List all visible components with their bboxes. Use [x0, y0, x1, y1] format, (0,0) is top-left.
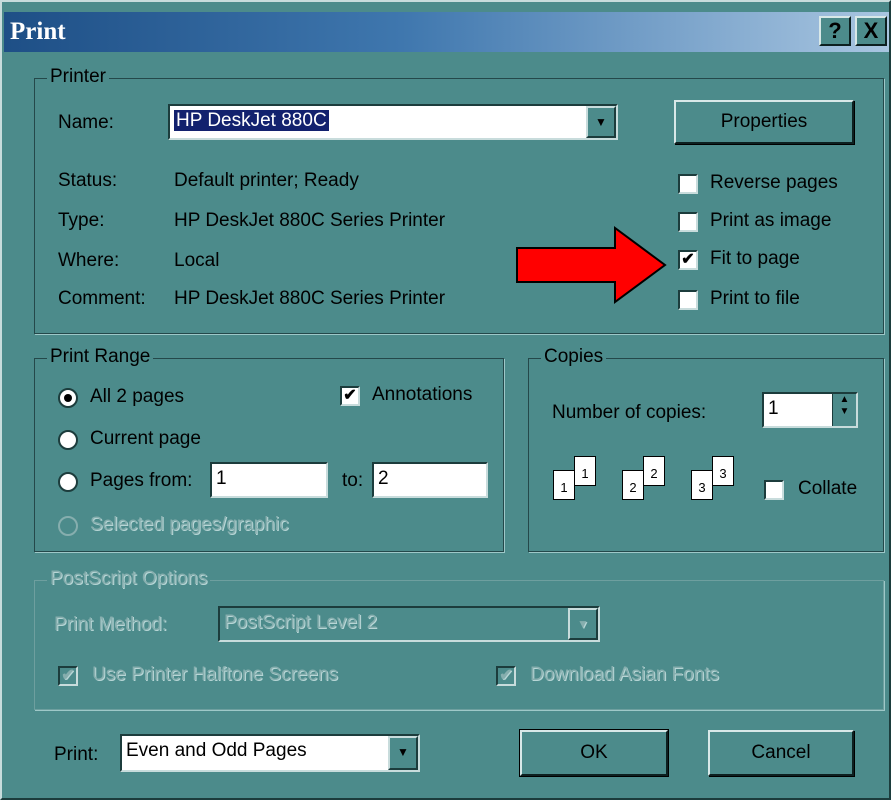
copies-spinner[interactable]: ▲ ▼ [832, 394, 856, 426]
pages-from-value: 1 [216, 468, 227, 489]
printer-group-label: Printer [47, 66, 109, 88]
where-label: Where: [58, 250, 120, 271]
pages-to-value: 2 [378, 468, 389, 489]
print-method-select[interactable]: PostScript Level 2 ▼ [218, 606, 600, 642]
print-to-file-checkbox[interactable] [678, 290, 698, 310]
page-icon-front: 1 [553, 470, 575, 500]
title-bar[interactable]: Print ? X [4, 12, 889, 52]
print-method-value: PostScript Level 2 [224, 612, 378, 633]
pages-to-label: to: [342, 470, 364, 491]
close-button[interactable]: X [855, 16, 887, 46]
checkmark-icon: ✔ [61, 667, 75, 684]
print-subset-dropdown-button[interactable]: ▼ [388, 736, 418, 770]
properties-button-label: Properties [720, 111, 808, 132]
help-icon: ? [828, 18, 842, 43]
copies-group-label: Copies [541, 346, 607, 368]
help-button[interactable]: ? [819, 16, 851, 46]
properties-button[interactable]: Properties [674, 100, 854, 144]
ok-button-label: OK [580, 742, 608, 763]
fit-to-page-label: Fit to page [710, 248, 800, 269]
fit-to-page-checkbox[interactable]: ✔ [678, 250, 698, 270]
type-value: HP DeskJet 880C Series Printer [174, 210, 446, 231]
postscript-group: PostScript Options [34, 568, 884, 710]
selected-pages-radio[interactable] [58, 516, 78, 536]
comment-label: Comment: [58, 288, 146, 309]
comment-value: HP DeskJet 880C Series Printer [174, 288, 446, 309]
current-page-radio[interactable] [58, 430, 78, 450]
close-icon: X [863, 18, 879, 43]
printer-name-label: Name: [58, 112, 114, 133]
page-icon-front: 3 [691, 470, 713, 500]
spin-up-icon[interactable]: ▲ [833, 394, 856, 406]
ok-button[interactable]: OK [519, 729, 669, 777]
asian-fonts-label: Download Asian Fonts [530, 664, 720, 685]
number-of-copies-label: Number of copies: [552, 402, 707, 423]
chevron-down-icon: ▼ [595, 115, 607, 129]
halftone-checkbox[interactable]: ✔ [58, 666, 78, 686]
page-icon-back: 3 [712, 456, 734, 486]
red-arrow-icon [516, 226, 667, 304]
printer-name-dropdown-button[interactable]: ▼ [586, 106, 616, 138]
halftone-label: Use Printer Halftone Screens [92, 664, 339, 685]
all-pages-label: All 2 pages [90, 386, 185, 407]
page-icon-back: 2 [643, 456, 665, 486]
print-as-image-checkbox[interactable] [678, 212, 698, 232]
printer-name-select[interactable]: HP DeskJet 880C ▼ [168, 104, 618, 140]
annotations-checkbox[interactable]: ✔ [340, 386, 360, 406]
pages-range-radio[interactable] [58, 472, 78, 492]
all-pages-radio[interactable] [58, 388, 78, 408]
reverse-pages-label: Reverse pages [710, 172, 838, 193]
checkmark-icon: ✔ [343, 387, 357, 404]
selected-pages-label: Selected pages/graphic [90, 514, 289, 535]
type-label: Type: [58, 210, 105, 231]
print-subset-select[interactable]: Even and Odd Pages ▼ [120, 734, 420, 772]
printer-name-value: HP DeskJet 880C [173, 109, 330, 132]
number-of-copies-input[interactable]: 1 ▲ ▼ [762, 392, 858, 428]
checkmark-icon: ✔ [681, 251, 695, 268]
copies-group: Copies [528, 346, 884, 552]
print-as-image-label: Print as image [710, 210, 832, 231]
window-title: Print [10, 18, 66, 45]
status-value: Default printer; Ready [174, 170, 359, 191]
pages-from-input[interactable]: 1 [210, 462, 328, 498]
chevron-down-icon: ▼ [577, 617, 589, 631]
number-of-copies-value: 1 [768, 398, 779, 419]
status-label: Status: [58, 170, 118, 191]
cancel-button[interactable]: Cancel [708, 730, 854, 776]
pages-to-input[interactable]: 2 [372, 462, 488, 498]
pages-from-label: Pages from: [90, 470, 193, 491]
print-range-group-label: Print Range [47, 346, 154, 368]
postscript-group-label: PostScript Options [47, 568, 211, 590]
page-icon-front: 2 [622, 470, 644, 500]
annotations-label: Annotations [372, 384, 473, 405]
current-page-label: Current page [90, 428, 201, 449]
collate-checkbox[interactable] [764, 480, 784, 500]
page-icon-back: 1 [574, 456, 596, 486]
print-subset-label: Print: [54, 744, 99, 765]
checkmark-icon: ✔ [499, 667, 513, 684]
where-value: Local [174, 250, 220, 271]
asian-fonts-checkbox[interactable]: ✔ [496, 666, 516, 686]
print-method-dropdown-button[interactable]: ▼ [568, 608, 598, 640]
reverse-pages-checkbox[interactable] [678, 174, 698, 194]
print-subset-value: Even and Odd Pages [126, 740, 307, 761]
spin-down-icon[interactable]: ▼ [833, 406, 856, 418]
print-to-file-label: Print to file [710, 288, 800, 309]
collate-label: Collate [798, 478, 858, 499]
print-method-label: Print Method: [54, 614, 167, 635]
print-dialog: Print ? X Printer Name: HP DeskJet 880C … [0, 0, 891, 800]
cancel-button-label: Cancel [751, 742, 811, 763]
chevron-down-icon: ▼ [397, 745, 409, 759]
